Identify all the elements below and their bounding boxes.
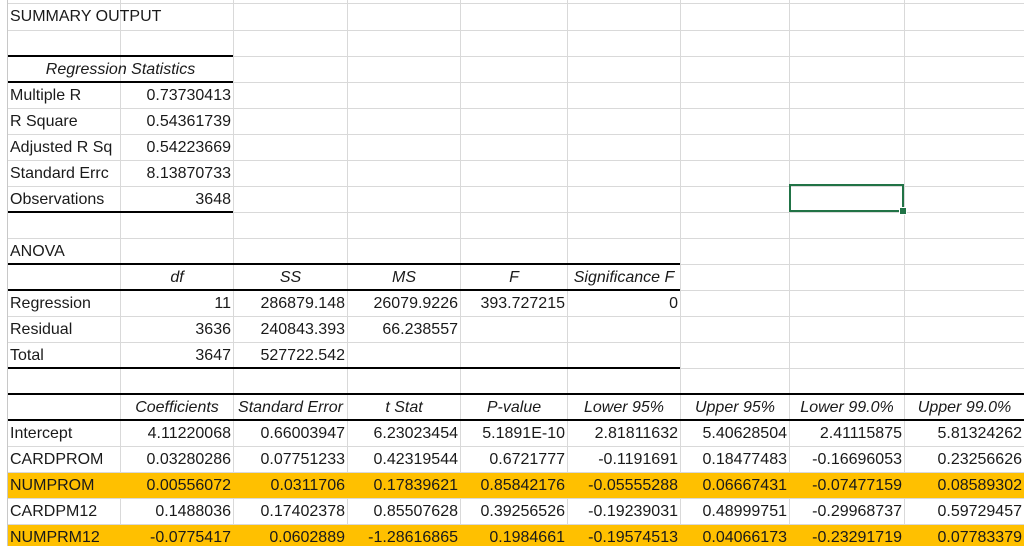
coefficient-value[interactable]: -0.19239031 [568, 499, 680, 524]
coefficient-value[interactable]: 0.1488036 [121, 499, 233, 524]
coefficient-value[interactable]: 0.0311706 [234, 473, 347, 498]
coefficient-value[interactable]: 0.23256626 [905, 447, 1024, 472]
fill-handle[interactable] [899, 207, 907, 215]
coefficient-value[interactable]: 0.85507628 [348, 499, 460, 524]
coefficient-value[interactable]: -0.05555288 [568, 473, 680, 498]
anova-row-label[interactable]: Residual [8, 317, 120, 342]
coefficient-value[interactable]: 5.1891E-10 [461, 421, 567, 446]
anova-value[interactable]: 3647 [121, 343, 233, 368]
anova-title[interactable]: ANOVA [8, 239, 120, 264]
grid-row-line [0, 238, 1024, 239]
coefficient-value[interactable]: 0.17839621 [348, 473, 460, 498]
coefficient-row-label[interactable]: Intercept [8, 421, 120, 446]
anova-header[interactable]: df [121, 265, 233, 290]
coefficient-value[interactable]: 4.11220068 [121, 421, 233, 446]
coefficient-value[interactable]: -0.16696053 [790, 447, 904, 472]
regression-statistics-header[interactable]: Regression Statistics [8, 57, 233, 82]
coefficients-header[interactable]: Coefficients [121, 395, 233, 420]
stat-value[interactable]: 8.13870733 [121, 161, 233, 186]
coefficients-header[interactable]: P-value [461, 395, 567, 420]
coefficient-value[interactable]: 0.6721777 [461, 447, 567, 472]
stat-label[interactable]: Standard Errc [8, 161, 120, 186]
anova-header[interactable]: F [461, 265, 567, 290]
coefficient-value[interactable]: 6.23023454 [348, 421, 460, 446]
coefficient-value[interactable]: 0.66003947 [234, 421, 347, 446]
coefficients-header[interactable]: Upper 99.0% [905, 395, 1024, 420]
coefficient-value[interactable]: 0.59729457 [905, 499, 1024, 524]
anova-header[interactable]: SS [234, 265, 347, 290]
coefficient-value[interactable]: 0.0602889 [234, 525, 347, 546]
anova-value[interactable]: 26079.9226 [348, 291, 460, 316]
coefficient-value[interactable]: 0.04066173 [681, 525, 789, 546]
anova-value[interactable]: 527722.542 [234, 343, 347, 368]
coefficient-value[interactable]: 5.81324262 [905, 421, 1024, 446]
anova-header[interactable]: MS [348, 265, 460, 290]
coefficients-header[interactable]: Lower 95% [568, 395, 680, 420]
stat-label[interactable]: R Square [8, 109, 120, 134]
stat-value[interactable]: 3648 [121, 187, 233, 212]
stat-value[interactable]: 0.73730413 [121, 83, 233, 108]
coefficients-header[interactable]: Upper 95% [681, 395, 789, 420]
coefficients-header[interactable]: t Stat [348, 395, 460, 420]
grid-row-line [0, 30, 1024, 31]
coefficient-row-label[interactable]: CARDPM12 [8, 499, 120, 524]
coefficient-value[interactable]: 0.18477483 [681, 447, 789, 472]
coefficient-value[interactable]: 0.1984661 [461, 525, 567, 546]
anova-value[interactable]: 393.727215 [461, 291, 567, 316]
anova-row-label[interactable]: Regression [8, 291, 120, 316]
anova-value[interactable]: 240843.393 [234, 317, 347, 342]
coefficient-value[interactable]: -0.1191691 [568, 447, 680, 472]
anova-value[interactable]: 11 [121, 291, 233, 316]
stat-label[interactable]: Observations [8, 187, 120, 212]
coefficient-value[interactable]: -0.19574513 [568, 525, 680, 546]
coefficient-value[interactable]: 0.07751233 [234, 447, 347, 472]
coefficient-value[interactable]: 2.41115875 [790, 421, 904, 446]
selected-cell[interactable] [789, 184, 904, 212]
anova-value[interactable]: 286879.148 [234, 291, 347, 316]
coefficient-value[interactable]: 0.17402378 [234, 499, 347, 524]
coefficient-value[interactable]: -0.07477159 [790, 473, 904, 498]
coefficient-value[interactable]: 0.39256526 [461, 499, 567, 524]
coefficient-value[interactable]: 0.00556072 [121, 473, 233, 498]
coefficient-value[interactable]: 0.42319544 [348, 447, 460, 472]
summary-title[interactable]: SUMMARY OUTPUT [8, 4, 233, 29]
coefficients-header[interactable]: Standard Error [234, 395, 347, 420]
anova-header[interactable]: Significance F [568, 265, 680, 290]
coefficient-value[interactable]: -0.29968737 [790, 499, 904, 524]
stat-label[interactable]: Multiple R [8, 83, 120, 108]
stat-label[interactable]: Adjusted R Sq [8, 135, 120, 160]
coefficients-header[interactable]: Lower 99.0% [790, 395, 904, 420]
coefficient-row-label[interactable]: CARDPROM [8, 447, 120, 472]
coefficient-value[interactable]: -0.23291719 [790, 525, 904, 546]
coefficient-value[interactable]: 0.08589302 [905, 473, 1024, 498]
coefficient-value[interactable]: 2.81811632 [568, 421, 680, 446]
coefficient-row-label[interactable]: NUMPRM12 [8, 525, 120, 546]
coefficient-value[interactable]: 5.40628504 [681, 421, 789, 446]
stat-value[interactable]: 0.54223669 [121, 135, 233, 160]
coefficient-value[interactable]: 0.06667431 [681, 473, 789, 498]
anova-row-label[interactable]: Total [8, 343, 120, 368]
anova-value[interactable]: 0 [568, 291, 680, 316]
coefficient-value[interactable]: 0.07783379 [905, 525, 1024, 546]
coefficient-value[interactable]: 0.03280286 [121, 447, 233, 472]
anova-value[interactable]: 3636 [121, 317, 233, 342]
anova-value[interactable]: 66.238557 [348, 317, 460, 342]
coefficient-value[interactable]: 0.48999751 [681, 499, 789, 524]
sheet-left-edge [0, 0, 8, 546]
spreadsheet-grid[interactable]: SUMMARY OUTPUT Regression Statistics Multi… [0, 0, 1024, 546]
stat-value[interactable]: 0.54361739 [121, 109, 233, 134]
coefficient-value[interactable]: 0.85842176 [461, 473, 567, 498]
coefficient-value[interactable]: -0.0775417 [121, 525, 233, 546]
coefficient-row-label[interactable]: NUMPROM [8, 473, 120, 498]
coefficient-value[interactable]: -1.28616865 [348, 525, 460, 546]
